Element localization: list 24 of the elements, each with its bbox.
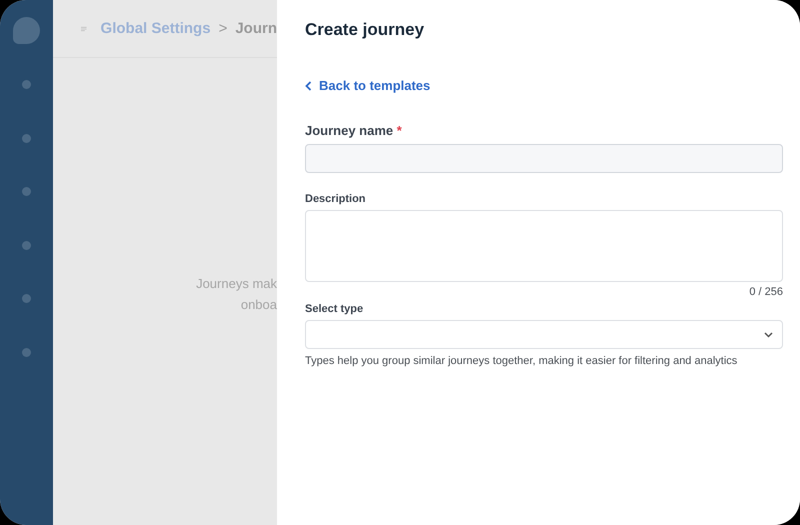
description-text: onboa <box>240 297 277 312</box>
chevron-left-icon <box>305 80 312 90</box>
sidebar-item[interactable] <box>22 187 31 196</box>
breadcrumb-item[interactable]: Global Settings <box>100 20 211 37</box>
sidebar-item[interactable] <box>22 80 31 89</box>
help-text: Types help you group similar journeys together, making it easier for filtering and analytics <box>305 355 738 367</box>
sidebar-item[interactable] <box>22 240 31 250</box>
sidebar-item[interactable] <box>22 294 31 303</box>
description-text: Journeys mak <box>196 276 277 291</box>
breadcrumb-item[interactable]: Journ <box>235 20 277 37</box>
character-counter: 0 / 256 <box>749 286 783 298</box>
logo-icon <box>13 17 40 44</box>
back-link[interactable]: Back to templates <box>305 78 430 93</box>
description-input[interactable] <box>305 210 783 282</box>
type-select[interactable] <box>305 320 783 349</box>
chevron-down-icon <box>764 332 773 338</box>
drawer-title: Create journey <box>305 20 426 40</box>
breadcrumb-separator: > <box>218 20 228 37</box>
sidebar-item[interactable] <box>22 348 31 356</box>
journey-name-input[interactable] <box>305 144 783 173</box>
field-label: Description <box>305 193 367 205</box>
sidebar-item[interactable] <box>22 134 31 142</box>
field-label: Journey name * <box>305 123 403 138</box>
field-label: Select type <box>305 303 364 315</box>
